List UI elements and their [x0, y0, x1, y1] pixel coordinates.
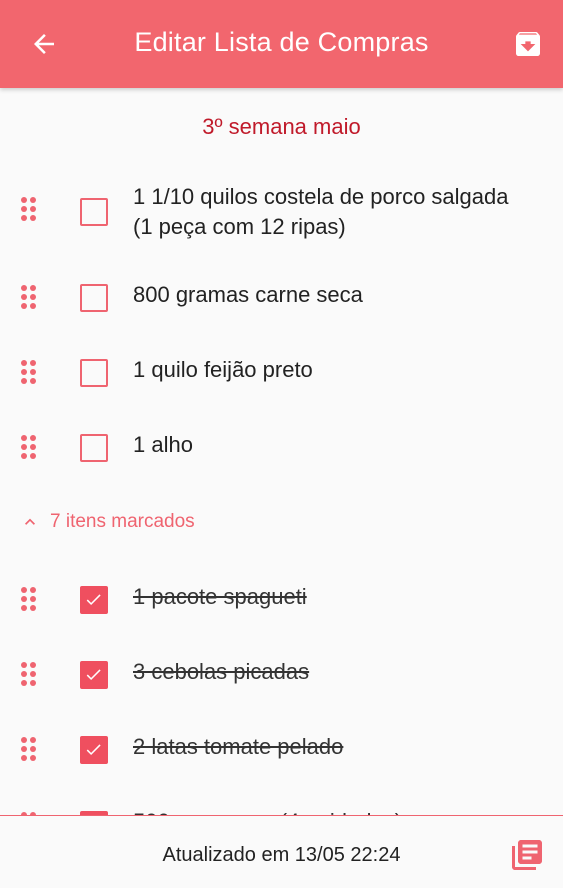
item-checkbox[interactable]	[80, 284, 108, 312]
archive-download-icon	[516, 32, 540, 56]
drag-handle-icon[interactable]	[18, 587, 40, 617]
item-checkbox-checked[interactable]	[80, 661, 108, 689]
page-title: Editar Lista de Compras	[134, 27, 429, 57]
item-text: 1 1/10 quilos costela de porco salgada (…	[133, 184, 509, 239]
item-checkbox[interactable]	[80, 359, 108, 387]
chevron-up-icon	[25, 518, 35, 525]
app-bar: Editar Lista de Compras	[0, 0, 563, 88]
item-text: 800 gramas carne seca	[133, 282, 363, 307]
item-checkbox[interactable]	[80, 198, 108, 226]
item-checkbox[interactable]	[80, 434, 108, 462]
checked-items-label: 7 itens marcados	[50, 511, 195, 532]
item-text: 2 latas tomate pelado	[133, 734, 344, 759]
drag-handle-icon[interactable]	[18, 737, 40, 767]
item-checkbox-checked[interactable]	[80, 736, 108, 764]
lists-icon	[512, 840, 542, 870]
checkmark-icon	[86, 669, 101, 681]
drag-handle-icon[interactable]	[18, 435, 40, 465]
drag-handle-icon[interactable]	[18, 662, 40, 692]
list-content[interactable]: 3º semana maio 1 1/10 quilos costela de …	[0, 88, 563, 815]
item-text: 1 alho	[133, 432, 193, 457]
checkmark-icon	[86, 744, 101, 756]
drag-handle-icon[interactable]	[18, 360, 40, 390]
checked-items-toggle[interactable]: 7 itens marcados	[20, 511, 195, 533]
drag-handle-icon[interactable]	[18, 285, 40, 315]
drag-handle-icon[interactable]	[18, 197, 40, 227]
list-name: 3º semana maio	[202, 114, 361, 139]
archive-button[interactable]	[508, 24, 548, 64]
footer-bar: Atualizado em 13/05 22:24	[0, 815, 563, 888]
item-text: 500 gramas ... (4 unidades)	[133, 807, 533, 815]
item-text: 3 cebolas picadas	[133, 659, 310, 684]
item-text: 1 pacote spagueti	[133, 584, 307, 609]
checkmark-icon	[86, 594, 101, 606]
item-text: 1 quilo feijão preto	[133, 357, 313, 382]
lists-button[interactable]	[509, 837, 549, 873]
item-checkbox-checked[interactable]	[80, 586, 108, 614]
last-updated-text: Atualizado em 13/05 22:24	[162, 844, 401, 866]
